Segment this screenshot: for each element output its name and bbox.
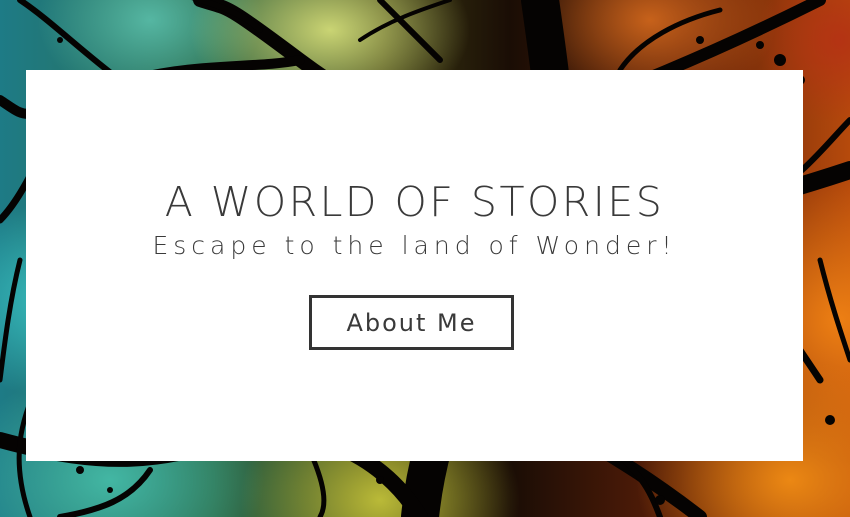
hero-card: A WORLD OF STORIES Escape to the land of… bbox=[26, 70, 803, 461]
hero-title: A WORLD OF STORIES bbox=[164, 178, 665, 226]
about-me-button[interactable]: About Me bbox=[309, 295, 514, 350]
hero-subtitle: Escape to the land of Wonder! bbox=[152, 231, 677, 260]
